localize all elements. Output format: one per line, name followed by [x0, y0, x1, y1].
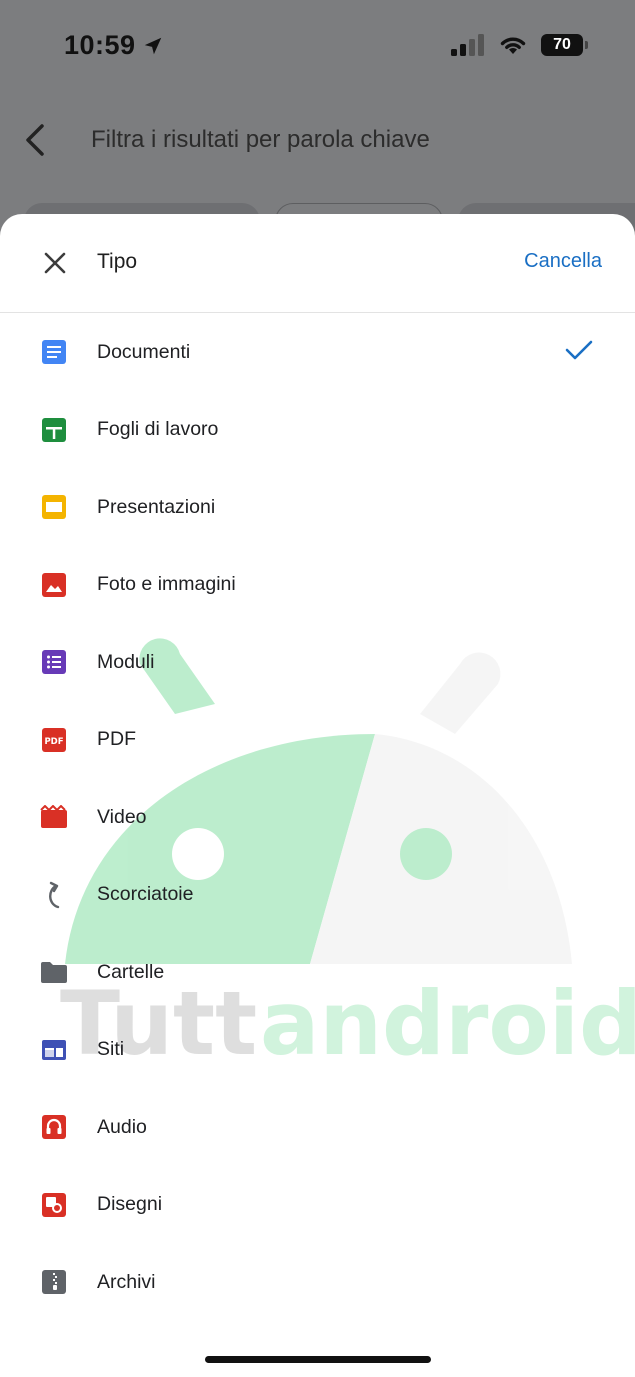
clear-button[interactable]: Cancella [524, 250, 602, 273]
image-icon [40, 571, 68, 599]
sheet-header: Tipo Cancella [0, 214, 635, 313]
status-time: 10:59 [64, 30, 136, 60]
shortcut-icon [40, 881, 68, 909]
drawings-icon [40, 1191, 68, 1219]
status-time-group: 10:59 [64, 30, 164, 61]
location-arrow-icon [144, 37, 161, 54]
audio-icon [40, 1113, 68, 1141]
back-button[interactable] [22, 122, 50, 163]
svg-text:PDF: PDF [44, 737, 63, 747]
archive-icon [40, 1268, 68, 1296]
type-option-fogli[interactable]: Fogli di lavoro [0, 391, 635, 469]
close-button[interactable] [36, 244, 74, 282]
sites-icon [40, 1036, 68, 1064]
type-option-moduli[interactable]: Moduli [0, 624, 635, 702]
type-option-disegni[interactable]: Disegni [0, 1166, 635, 1244]
type-option-scorciatoie[interactable]: Scorciatoie [0, 856, 635, 934]
docs-icon [40, 338, 68, 366]
type-option-video[interactable]: Video [0, 779, 635, 857]
type-option-pdf[interactable]: PDF PDF [0, 701, 635, 779]
type-option-label: Archivi [97, 1270, 156, 1293]
type-option-audio[interactable]: Audio [0, 1089, 635, 1167]
sheets-icon [40, 416, 68, 444]
type-option-documenti[interactable]: Documenti [0, 313, 635, 391]
forms-icon [40, 648, 68, 676]
status-indicators: 70 [451, 34, 588, 56]
signal-icon [451, 34, 484, 56]
back-arrow-icon [26, 124, 44, 156]
type-option-label: Fogli di lavoro [97, 418, 219, 441]
type-option-cartelle[interactable]: Cartelle [0, 934, 635, 1012]
type-option-label: Disegni [97, 1193, 163, 1216]
type-option-foto[interactable]: Foto e immagini [0, 546, 635, 624]
close-icon [44, 252, 66, 274]
type-option-label: PDF [97, 728, 136, 751]
search-input[interactable]: Filtra i risultati per parola chiave [91, 126, 430, 154]
pdf-icon: PDF [40, 726, 68, 754]
search-bar: Filtra i risultati per parola chiave [0, 110, 635, 170]
checkmark-icon [565, 339, 593, 366]
type-option-label: Scorciatoie [97, 883, 194, 906]
type-option-label: Foto e immagini [97, 573, 236, 596]
type-option-label: Moduli [97, 650, 155, 673]
type-option-label: Documenti [97, 340, 191, 363]
type-option-label: Cartelle [97, 960, 165, 983]
type-option-label: Siti [97, 1038, 125, 1061]
battery-indicator: 70 [541, 34, 588, 56]
type-option-archivi[interactable]: Archivi [0, 1244, 635, 1322]
type-option-label: Presentazioni [97, 495, 216, 518]
video-icon [40, 803, 68, 831]
type-option-label: Audio [97, 1115, 147, 1138]
type-list: Documenti Fogli di lavoro Presentazioni … [0, 313, 635, 1321]
wifi-icon [500, 37, 526, 54]
type-option-presentazioni[interactable]: Presentazioni [0, 469, 635, 547]
status-bar: 10:59 70 [0, 0, 635, 95]
type-option-siti[interactable]: Siti [0, 1011, 635, 1089]
type-option-label: Video [97, 805, 147, 828]
slides-icon [40, 493, 68, 521]
type-filter-sheet: Tipo Cancella Tutt android Documenti Fog… [0, 214, 635, 1377]
home-indicator[interactable] [205, 1356, 431, 1363]
folder-icon [40, 958, 68, 986]
sheet-title: Tipo [97, 250, 138, 273]
